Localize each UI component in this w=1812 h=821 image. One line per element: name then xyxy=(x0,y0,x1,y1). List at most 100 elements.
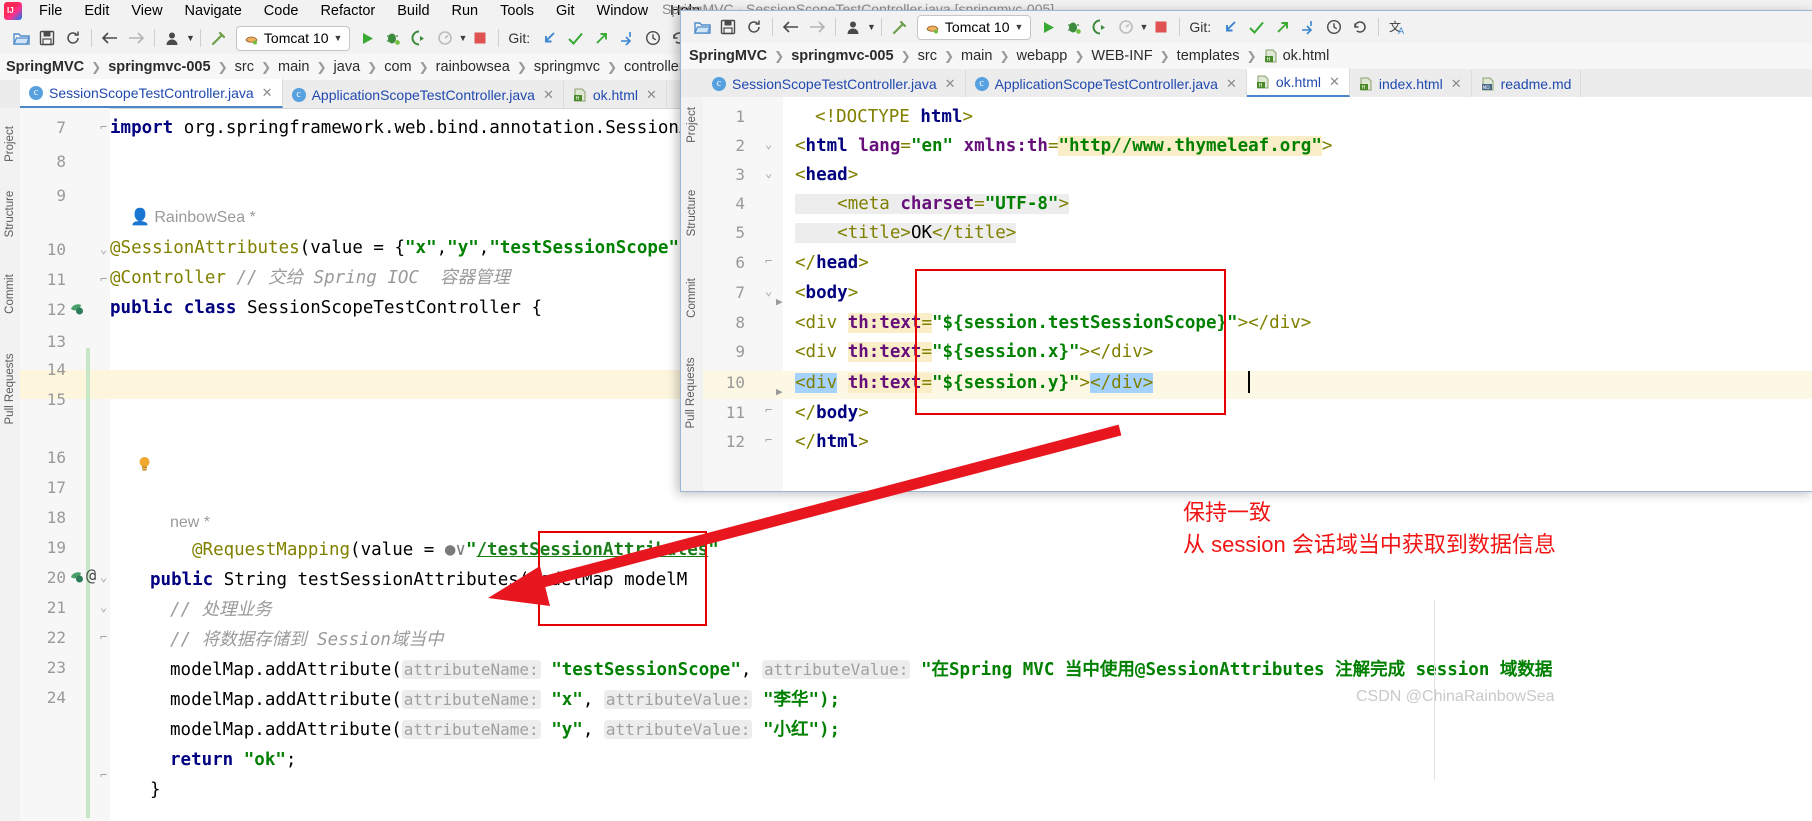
fw-breadcrumb-item-src[interactable]: src xyxy=(918,48,937,64)
fold-marker-icon[interactable]: ⌄ xyxy=(100,242,107,256)
breadcrumb-item-controller[interactable]: controller xyxy=(624,59,684,75)
rail-label-structure[interactable]: Structure xyxy=(4,190,16,238)
breadcrumb-item-springmvc-005[interactable]: springmvc-005 xyxy=(108,59,210,75)
sync-icon[interactable] xyxy=(741,14,767,40)
profiler-caret-icon[interactable]: ▼ xyxy=(458,33,467,43)
fw-tab-ok-html[interactable]: H ok.html ✕ xyxy=(1246,68,1350,97)
front-code-editor[interactable]: 1 2 3 4 5 6 7 8 9 10 11 12 ⌄ ⌄ ⌐ ⌄ ⌐ ⌐ ▶… xyxy=(703,97,1812,491)
build-hammer-icon[interactable] xyxy=(206,25,232,51)
fw-rail-label-project[interactable]: Project xyxy=(686,101,698,149)
fw-rail-label-structure[interactable]: Structure xyxy=(686,189,698,237)
breadcrumb-item-rainbowsea[interactable]: rainbowsea xyxy=(436,59,510,75)
fold-marker-icon[interactable]: ⌐ xyxy=(765,433,772,447)
git-history-icon[interactable] xyxy=(1321,14,1347,40)
close-icon[interactable]: ✕ xyxy=(646,87,657,103)
profiler-icon[interactable] xyxy=(1113,14,1139,40)
close-icon[interactable]: ✕ xyxy=(262,85,273,101)
menu-item-edit[interactable]: Edit xyxy=(73,0,120,22)
translate-icon[interactable]: 文A xyxy=(1384,14,1410,40)
fold-marker-icon[interactable]: ⌐ xyxy=(765,254,772,268)
close-icon[interactable]: ✕ xyxy=(1451,76,1462,92)
open-folder-icon[interactable] xyxy=(689,14,715,40)
git-push-icon[interactable] xyxy=(588,25,614,51)
fold-marker-icon[interactable]: ⌄ xyxy=(765,284,772,298)
menu-item-file[interactable]: File xyxy=(28,0,73,22)
profile-user-icon[interactable] xyxy=(841,14,867,40)
git-push-icon[interactable] xyxy=(1269,14,1295,40)
fw-rail-label-commit[interactable]: Commit xyxy=(686,274,698,322)
run-icon[interactable] xyxy=(354,25,380,51)
git-history-icon[interactable] xyxy=(640,25,666,51)
git-commit-icon[interactable] xyxy=(1243,14,1269,40)
run-preview-icon[interactable]: ▶ xyxy=(776,295,783,308)
run-icon[interactable] xyxy=(1035,14,1061,40)
profiler-caret-icon[interactable]: ▼ xyxy=(1139,22,1148,32)
run-configuration-selector[interactable]: Tomcat 10 ▼ xyxy=(235,25,351,51)
rail-label-project[interactable]: Project xyxy=(4,120,16,168)
intention-bulb-icon[interactable] xyxy=(138,456,150,472)
close-icon[interactable]: ✕ xyxy=(543,87,554,103)
fw-tab-sessionscopetestcontroller[interactable]: c SessionScopeTestController.java ✕ xyxy=(703,70,966,97)
debug-icon[interactable] xyxy=(1061,14,1087,40)
menu-item-refactor[interactable]: Refactor xyxy=(309,0,386,22)
fold-marker-icon[interactable]: ⌐ xyxy=(100,630,107,644)
breadcrumb-item-com[interactable]: com xyxy=(384,59,411,75)
front-ide-window[interactable]: — ▼ xyxy=(680,10,1812,492)
breadcrumb-item-springmvc-pkg[interactable]: springmvc xyxy=(534,59,600,75)
run-with-coverage-icon[interactable] xyxy=(406,25,432,51)
breadcrumb-item-java[interactable]: java xyxy=(334,59,361,75)
git-rollback-icon[interactable] xyxy=(1347,14,1373,40)
save-icon[interactable] xyxy=(34,25,60,51)
breadcrumb-item-src[interactable]: src xyxy=(235,59,254,75)
menu-item-build[interactable]: Build xyxy=(386,0,440,22)
stop-icon[interactable] xyxy=(1148,14,1174,40)
forward-arrow-icon[interactable] xyxy=(804,14,830,40)
fold-marker-icon[interactable]: ⌐ xyxy=(765,403,772,417)
run-config-caret-icon[interactable]: ▼ xyxy=(334,33,343,43)
fw-rail-label-pull-requests[interactable]: Pull Requests xyxy=(685,353,697,433)
fold-marker-icon[interactable]: ⌐ xyxy=(100,120,107,134)
tab-ok-html[interactable]: H ok.html ✕ xyxy=(564,81,667,108)
profile-dropdown-caret-icon[interactable]: ▼ xyxy=(867,22,876,32)
menu-item-window[interactable]: Window xyxy=(586,0,660,22)
fw-breadcrumb-item-springmvc-005[interactable]: springmvc-005 xyxy=(791,48,893,64)
fold-marker-icon[interactable]: ⌄ xyxy=(100,600,107,614)
breadcrumb-item-main[interactable]: main xyxy=(278,59,309,75)
fold-marker-icon[interactable]: ⌄ xyxy=(100,570,107,584)
open-folder-icon[interactable] xyxy=(8,25,34,51)
fw-breadcrumb-item-webinf[interactable]: WEB-INF xyxy=(1091,48,1152,64)
fw-breadcrumb-item-springmvc[interactable]: SpringMVC xyxy=(689,48,767,64)
close-icon[interactable]: ✕ xyxy=(945,76,956,92)
menu-item-tools[interactable]: Tools xyxy=(489,0,545,22)
fw-breadcrumb-item-main[interactable]: main xyxy=(961,48,992,64)
fw-tab-applicationscopetestcontroller[interactable]: c ApplicationScopeTestController.java ✕ xyxy=(966,70,1247,97)
forward-arrow-icon[interactable] xyxy=(123,25,149,51)
sync-icon[interactable] xyxy=(60,25,86,51)
run-config-caret-icon[interactable]: ▼ xyxy=(1015,22,1024,32)
rail-label-commit[interactable]: Commit xyxy=(4,270,16,318)
debug-icon[interactable] xyxy=(380,25,406,51)
fw-breadcrumb-item-okhtml[interactable]: ok.html xyxy=(1283,48,1330,64)
git-rebase-icon[interactable] xyxy=(1295,14,1321,40)
git-update-project-icon[interactable] xyxy=(1217,14,1243,40)
fw-breadcrumb-item-templates[interactable]: templates xyxy=(1177,48,1240,64)
profile-user-icon[interactable] xyxy=(160,25,186,51)
back-arrow-icon[interactable] xyxy=(778,14,804,40)
fold-marker-icon[interactable]: ⌐ xyxy=(100,272,107,286)
back-arrow-icon[interactable] xyxy=(97,25,123,51)
fold-marker-icon[interactable]: ⌄ xyxy=(765,137,772,151)
close-icon[interactable]: ✕ xyxy=(1226,76,1237,92)
menu-item-git[interactable]: Git xyxy=(545,0,586,22)
close-icon[interactable]: ✕ xyxy=(1329,74,1340,90)
menu-item-view[interactable]: View xyxy=(120,0,173,22)
profiler-icon[interactable] xyxy=(432,25,458,51)
fw-tab-index-html[interactable]: H index.html ✕ xyxy=(1350,70,1472,97)
tab-sessionscopetestcontroller[interactable]: c SessionScopeTestController.java ✕ xyxy=(20,79,283,108)
menu-item-run[interactable]: Run xyxy=(441,0,490,22)
breadcrumb-item-springmvc[interactable]: SpringMVC xyxy=(6,59,84,75)
menu-item-navigate[interactable]: Navigate xyxy=(174,0,253,22)
save-icon[interactable] xyxy=(715,14,741,40)
fold-marker-icon[interactable]: ⌐ xyxy=(100,768,107,782)
run-preview-icon[interactable]: ▶ xyxy=(776,385,783,398)
rail-label-pull-requests[interactable]: Pull Requests xyxy=(4,349,16,429)
